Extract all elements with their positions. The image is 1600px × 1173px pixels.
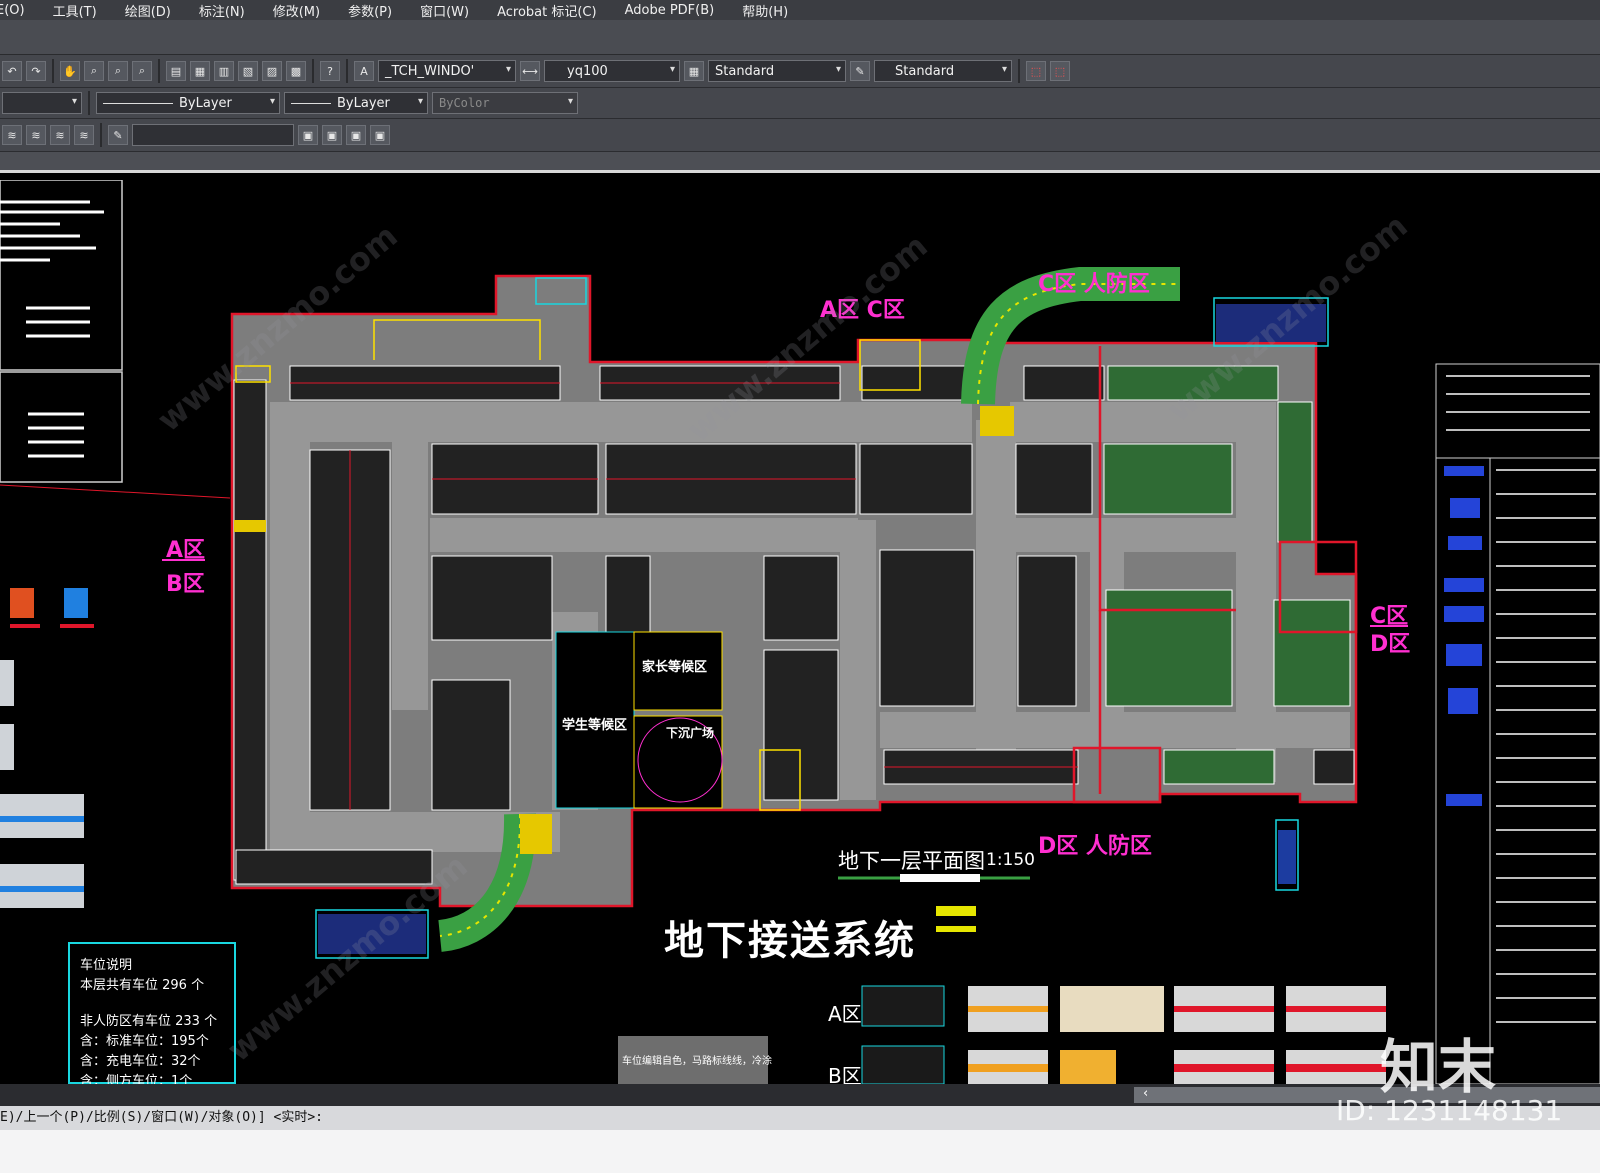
menu-modify[interactable]: 修改(M) [261,1,336,20]
table-style-icon: ▦ [684,61,704,81]
help-icon[interactable]: ? [320,61,340,81]
status-area [0,1130,1600,1173]
sheet-set-icon[interactable]: ▧ [238,61,258,81]
watermark-logo: 知末 [1380,1033,1497,1101]
toolbar-dock [0,152,1600,170]
plan-title: 地下一层平面图 [838,849,985,873]
zone-label-c-civil-defense: C区 人防区 [1038,272,1150,297]
menu-acrobat[interactable]: Acrobat 标记(C) [485,1,613,20]
ribbon-strip [0,20,1600,55]
zone-label-b: B区 [166,572,205,597]
dim-style-icon: ⟷ [520,61,540,81]
parking-info-box: 车位说明 本层共有车位 296 个 非人防区有车位 233 个 含：标准车位：1… [68,942,236,1084]
plan-scale: 1:150 [986,850,1035,870]
standard-toolbar: ↶ ↷ ✋ ⌕ ⌕ ⌕ ▤ ▦ ▥ ▧ ▨ ▩ ? A _TCH_WINDO' ▾… [0,55,1600,88]
parking-info-side: 含：侧方车位：1个 [80,1074,193,1084]
menu-bar: E(O) 工具(T) 绘图(D) 标注(N) 修改(M) 参数(P) 窗口(W)… [0,0,1600,20]
text-style-select[interactable]: _TCH_WINDO' ▾ [378,60,516,82]
layer-select[interactable] [132,124,294,146]
block-insert-icon[interactable]: ▣ [298,125,318,145]
design-center-icon[interactable]: ▦ [190,61,210,81]
color-select[interactable]: ▾ [2,92,82,114]
edit-attributes-icon[interactable]: ✎ [108,125,128,145]
parking-info-non-civil: 非人防区有车位 233 个 [80,1014,218,1029]
area-label-student-wait: 学生等候区 [562,718,628,733]
scroll-left-icon[interactable]: ‹ [1143,1086,1148,1101]
menu-adobe-pdf[interactable]: Adobe PDF(B) [613,3,731,18]
linetype-select[interactable]: ByLayer ▾ [96,92,280,114]
lineweight-select[interactable]: ByLayer ▾ [284,92,428,114]
menu-edit[interactable]: E(O) [0,3,41,18]
legend-label-b: B区 [828,1064,862,1084]
area-label-parent-wait: 家长等候区 [642,660,708,675]
menu-tools[interactable]: 工具(T) [41,1,113,20]
redo-icon[interactable]: ↷ [26,61,46,81]
block-edit-icon[interactable]: ▣ [322,125,342,145]
parking-info-charging: 含：充电车位：32个 [80,1054,201,1069]
layer-previous-icon[interactable]: ≋ [50,125,70,145]
text-style-icon: A [354,61,374,81]
zone-label-d-civil-defense: D区 人防区 [1038,834,1152,859]
multileader-style-icon: ✎ [850,61,870,81]
zoom-previous-icon[interactable]: ⌕ [132,61,152,81]
parking-info-standard: 含：标准车位：195个 [80,1034,209,1049]
layers-toolbar: ≋ ≋ ≋ ≋ ✎ ▣ ▣ ▣ ▣ [0,119,1600,152]
menu-draw[interactable]: 绘图(D) [113,1,187,20]
layer-state-icon[interactable]: ≋ [26,125,46,145]
legend-note: 车位编辑自色，马路标线线，冷涂 [622,1056,772,1067]
main-title: 地下接送系统 [664,918,916,964]
drawing-canvas[interactable]: A区 C区 C区 人防区 A区 B区 C区 D区 D区 人防区 家长等候区 学生… [0,180,1600,1084]
drawing-tab-edge [0,170,1600,180]
plot-style-select[interactable]: ByColor ▾ [432,92,578,114]
menu-window[interactable]: 窗口(W) [408,1,485,20]
zoom-window-icon[interactable]: ⌕ [108,61,128,81]
watermark-id: ID: 1231148131 [1336,1094,1563,1127]
block-attribute-icon[interactable]: ▣ [346,125,366,145]
menu-parameters[interactable]: 参数(P) [336,1,408,20]
table-style-select[interactable]: Standard ▾ [708,60,846,82]
multileader-style-select[interactable]: Standard ▾ [874,60,1012,82]
parking-info-heading: 车位说明 [80,958,133,973]
legend-label-a: A区 [828,1002,862,1026]
properties-icon[interactable]: ▤ [166,61,186,81]
block-refedit-icon[interactable]: ▣ [370,125,390,145]
menu-help[interactable]: 帮助(H) [730,1,804,20]
zone-label-d-right: D区 [1370,632,1411,657]
undo-icon[interactable]: ↶ [2,61,22,81]
parking-info-total: 本层共有车位 296 个 [80,978,205,993]
area-label-sunken-plaza: 下沉广场 [666,726,715,740]
zoom-realtime-icon[interactable]: ⌕ [84,61,104,81]
pdf-review-icon[interactable]: ⬚ [1050,61,1070,81]
calculator-icon[interactable]: ▩ [286,61,306,81]
zone-label-a: A区 [166,538,206,563]
layer-manager-icon[interactable]: ≋ [2,125,22,145]
layer-match-icon[interactable]: ≋ [74,125,94,145]
dim-style-select[interactable]: yq100 ▾ [544,60,680,82]
tool-palettes-icon[interactable]: ▥ [214,61,234,81]
properties-toolbar: ▾ ByLayer ▾ ByLayer ▾ ByColor ▾ [0,88,1600,119]
menu-dimension[interactable]: 标注(N) [187,1,261,20]
pdf-icon[interactable]: ⬚ [1026,61,1046,81]
markup-icon[interactable]: ▨ [262,61,282,81]
pan-icon[interactable]: ✋ [60,61,80,81]
